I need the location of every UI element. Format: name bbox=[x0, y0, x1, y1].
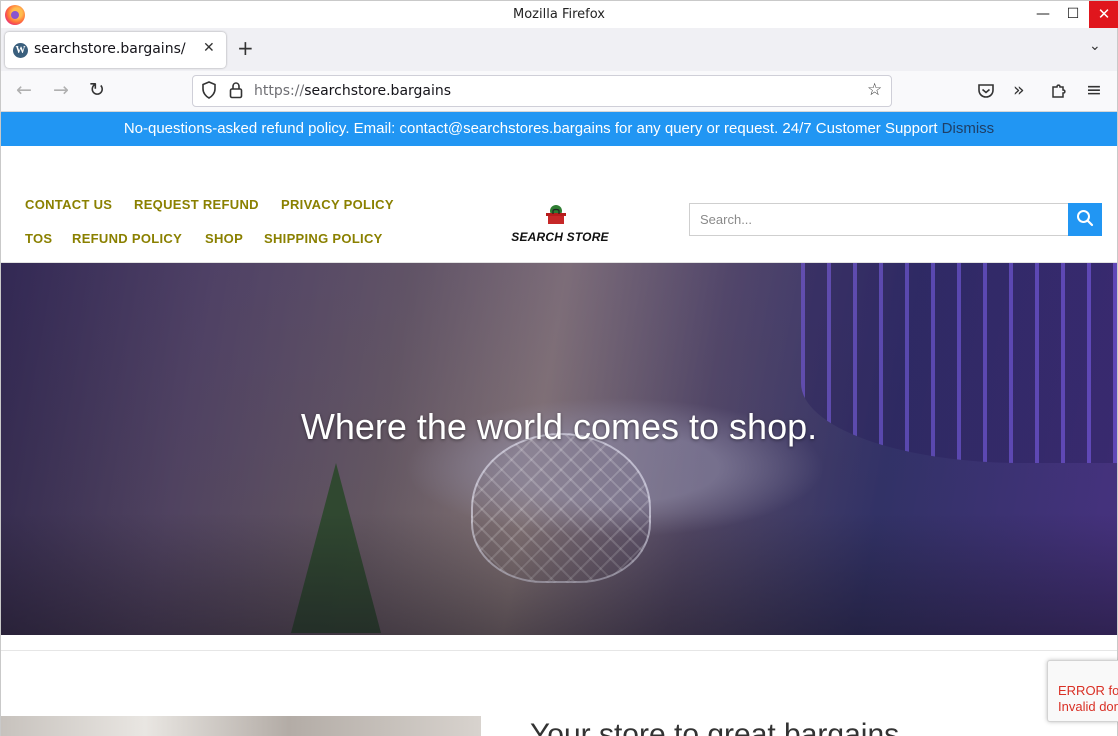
minimize-icon[interactable]: — bbox=[1026, 1, 1060, 29]
bookmark-star-icon[interactable]: ☆ bbox=[867, 80, 882, 100]
announcement-banner: No-questions-asked refund policy. Email:… bbox=[1, 112, 1117, 146]
section-heading: Your store to great bargains bbox=[530, 718, 900, 736]
search-icon bbox=[1077, 210, 1094, 227]
list-all-tabs-icon[interactable]: ⌄ bbox=[1089, 38, 1101, 54]
recaptcha-error-line2: Invalid domain for site key bbox=[1058, 699, 1118, 714]
menu-tos[interactable]: TOS bbox=[25, 231, 52, 246]
lock-icon[interactable] bbox=[229, 81, 243, 99]
menu-refund-policy[interactable]: REFUND POLICY bbox=[72, 231, 182, 246]
window-title: Mozilla Firefox bbox=[513, 7, 605, 22]
logo-text: SEARCH STORE bbox=[511, 230, 609, 244]
site-search-input[interactable] bbox=[689, 203, 1069, 236]
extensions-puzzle-icon[interactable] bbox=[1050, 82, 1068, 100]
wordpress-icon: W bbox=[13, 43, 28, 58]
close-icon[interactable]: ✕ bbox=[1089, 1, 1118, 29]
window-title-bar: Mozilla Firefox — ☐ ✕ bbox=[0, 0, 1118, 29]
new-tab-icon[interactable]: + bbox=[237, 36, 254, 60]
more-tools-icon[interactable]: » bbox=[1013, 79, 1025, 101]
site-logo[interactable]: SEARCH STORE bbox=[504, 204, 616, 248]
reload-icon[interactable]: ↻ bbox=[89, 79, 105, 101]
url-bar[interactable]: https://searchstore.bargains ☆ bbox=[192, 75, 892, 107]
navigation-toolbar: ← → ↻ https://searchstore.bargains ☆ » ≡ bbox=[0, 71, 1118, 112]
menu-shop[interactable]: SHOP bbox=[205, 231, 243, 246]
site-header: CONTACT US REQUEST REFUND PRIVACY POLICY… bbox=[1, 146, 1117, 263]
section-divider bbox=[1, 650, 1117, 651]
banner-text: No-questions-asked refund policy. Email:… bbox=[123, 120, 942, 137]
menu-contact-us[interactable]: CONTACT US bbox=[25, 197, 112, 212]
tab-strip: W searchstore.bargains/ ✕ + ⌄ bbox=[0, 28, 1118, 71]
menu-request-refund[interactable]: REQUEST REFUND bbox=[134, 197, 259, 212]
url-text[interactable]: https://searchstore.bargains bbox=[254, 83, 451, 99]
back-arrow-icon[interactable]: ← bbox=[16, 79, 32, 101]
recaptcha-badge[interactable]: ERROR for site owner: Invalid domain for… bbox=[1047, 660, 1118, 722]
url-host: searchstore.bargains bbox=[304, 83, 452, 99]
url-scheme: https:// bbox=[254, 83, 305, 99]
maximize-icon[interactable]: ☐ bbox=[1056, 1, 1090, 29]
tab-title: searchstore.bargains/ bbox=[34, 41, 186, 57]
store-logo-icon bbox=[546, 205, 566, 224]
section-image bbox=[1, 716, 481, 736]
forward-arrow-icon[interactable]: → bbox=[53, 79, 69, 101]
hero-title: Where the world comes to shop. bbox=[300, 406, 818, 447]
dismiss-link[interactable]: Dismiss bbox=[942, 120, 995, 137]
tab-close-icon[interactable]: ✕ bbox=[203, 40, 215, 56]
hamburger-menu-icon[interactable]: ≡ bbox=[1086, 79, 1102, 101]
menu-shipping-policy[interactable]: SHIPPING POLICY bbox=[264, 231, 383, 246]
site-search-button[interactable] bbox=[1068, 203, 1102, 236]
hero-image-floor bbox=[1, 513, 1117, 635]
tracking-shield-icon[interactable] bbox=[201, 81, 217, 99]
pocket-icon[interactable] bbox=[977, 82, 995, 100]
tab-searchstore[interactable]: W searchstore.bargains/ ✕ bbox=[5, 32, 226, 68]
recaptcha-error-line1: ERROR for site owner: bbox=[1058, 683, 1118, 698]
hero-banner: Where the world comes to shop. bbox=[1, 263, 1117, 635]
menu-privacy-policy[interactable]: PRIVACY POLICY bbox=[281, 197, 394, 212]
